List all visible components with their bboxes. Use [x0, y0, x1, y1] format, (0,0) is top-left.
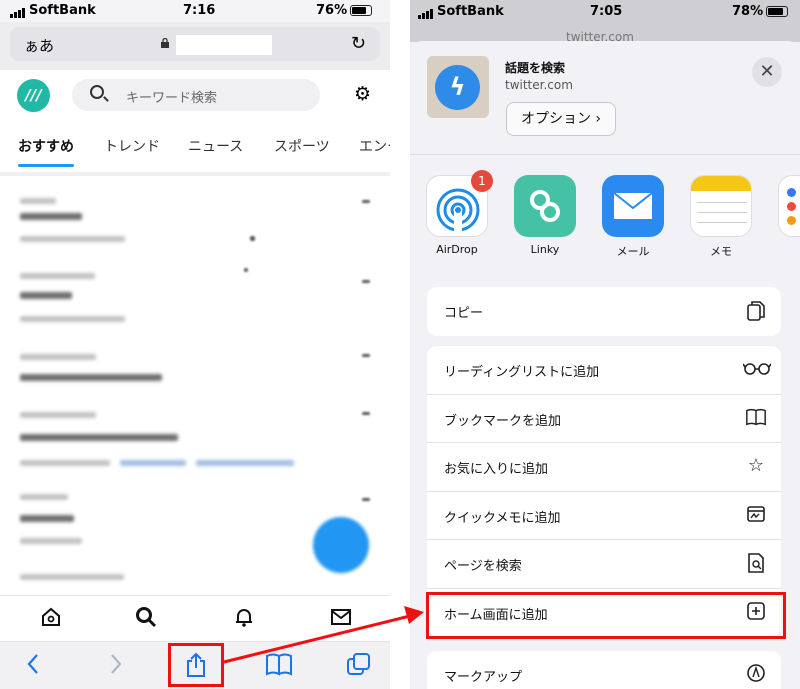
screenshot-root: SoftBank 7:16 76% ぁあ ↻ /// キーワード検索 ⚙ おすす…	[0, 0, 800, 689]
pointer-arrow	[223, 606, 424, 664]
arrow-line	[223, 614, 411, 664]
arrow-head	[404, 606, 424, 624]
